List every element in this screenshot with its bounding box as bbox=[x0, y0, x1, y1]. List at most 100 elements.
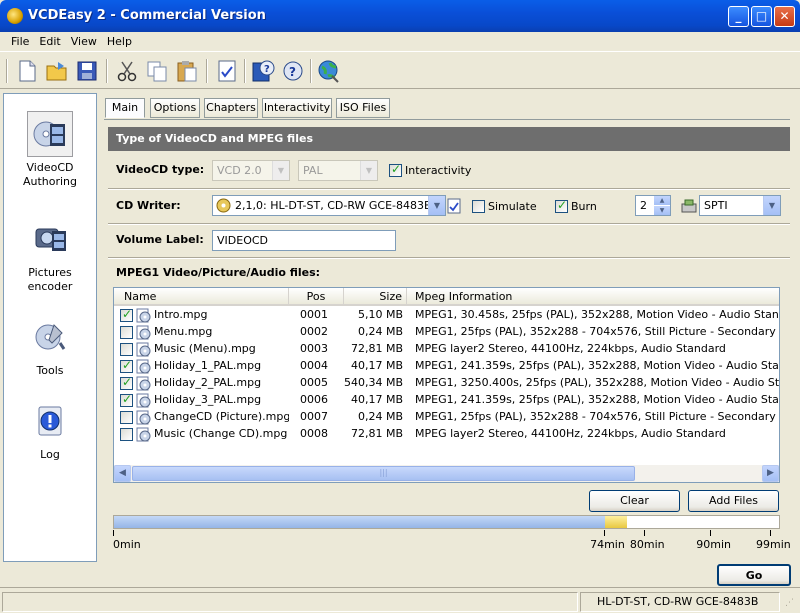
context-help-icon[interactable]: ? bbox=[280, 58, 306, 84]
tab-chapters[interactable]: Chapters bbox=[204, 98, 258, 118]
pictures-encoder-icon bbox=[27, 216, 73, 262]
cd-writer-value: 2,1,0: HL-DT-ST, CD-RW GCE-8483B, B bbox=[235, 199, 446, 212]
sidebar-item-tools[interactable]: Tools bbox=[4, 314, 96, 377]
menu-view[interactable]: View bbox=[66, 32, 102, 51]
file-name: Music (Change CD).mpg bbox=[154, 427, 288, 440]
interactivity-checkbox[interactable] bbox=[389, 162, 402, 177]
file-size: 40,17 MB bbox=[350, 393, 403, 406]
file-name: Holiday_1_PAL.mpg bbox=[154, 359, 262, 372]
cd-drive-icon bbox=[216, 198, 231, 213]
video-format-value: PAL bbox=[303, 164, 323, 177]
file-size: 540,34 MB bbox=[344, 376, 403, 389]
scroll-right-icon[interactable]: ▶ bbox=[762, 465, 779, 482]
mpeg-file-icon bbox=[136, 376, 151, 391]
row-checkbox[interactable] bbox=[120, 326, 133, 339]
column-header-pos[interactable]: Pos bbox=[289, 288, 344, 306]
table-row[interactable]: Menu.mpg 0002 0,24 MB MPEG1, 25fps (PAL), 3… bbox=[114, 324, 779, 341]
app-icon bbox=[7, 8, 23, 24]
sidebar-item-log[interactable]: Log bbox=[4, 398, 96, 461]
spin-up-icon[interactable]: ▲ bbox=[654, 196, 670, 205]
row-checkbox[interactable] bbox=[120, 392, 133, 407]
cd-writer-select[interactable]: 2,1,0: HL-DT-ST, CD-RW GCE-8483B, B ▼ bbox=[212, 195, 446, 216]
close-button[interactable]: ✕ bbox=[774, 6, 795, 27]
column-header-size[interactable]: Size bbox=[344, 288, 407, 306]
maximize-button[interactable]: □ bbox=[751, 6, 772, 27]
column-header-name[interactable]: Name bbox=[114, 288, 289, 306]
scrollbar-thumb[interactable]: ||| bbox=[132, 466, 635, 481]
file-size: 72,81 MB bbox=[350, 342, 403, 355]
videocd-icon bbox=[27, 111, 73, 157]
new-file-icon[interactable] bbox=[14, 58, 40, 84]
table-row[interactable]: Intro.mpg 0001 5,10 MB MPEG1, 30.458s, 25fp… bbox=[114, 307, 779, 324]
menu-help[interactable]: Help bbox=[102, 32, 137, 51]
device-properties-icon[interactable] bbox=[447, 198, 461, 214]
videocd-version-value: VCD 2.0 bbox=[217, 164, 262, 177]
scsi-interface-icon bbox=[681, 199, 697, 213]
capacity-overburn-fill bbox=[605, 516, 627, 528]
file-pos: 0004 bbox=[300, 359, 328, 372]
menu-file[interactable]: File bbox=[6, 32, 34, 51]
tab-iso-files[interactable]: ISO Files bbox=[336, 98, 390, 118]
clear-button[interactable]: Clear bbox=[589, 490, 680, 512]
row-checkbox[interactable] bbox=[120, 411, 133, 424]
copy-icon[interactable] bbox=[144, 58, 170, 84]
file-name: Holiday_2_PAL.mpg bbox=[154, 376, 262, 389]
scale-tick-label: 0min bbox=[113, 538, 141, 551]
log-icon bbox=[27, 398, 73, 444]
sidebar-item-pictures-encoder[interactable]: Pictures encoder bbox=[4, 216, 96, 294]
column-header-mpeg-info[interactable]: Mpeg Information bbox=[407, 288, 779, 306]
go-button[interactable]: Go bbox=[717, 564, 791, 586]
volume-label-caption: Volume Label: bbox=[116, 233, 204, 246]
spin-down-icon[interactable]: ▼ bbox=[654, 206, 670, 215]
table-row[interactable]: Music (Menu).mpg 0003 72,81 MB MPEG layer2 … bbox=[114, 341, 779, 358]
menu-edit[interactable]: Edit bbox=[34, 32, 65, 51]
open-folder-icon[interactable] bbox=[44, 58, 70, 84]
table-row[interactable]: ChangeCD (Picture).mpg 0007 0,24 MB MPEG1, … bbox=[114, 409, 779, 426]
scroll-left-icon[interactable]: ◀ bbox=[114, 465, 131, 482]
chevron-down-icon: ▼ bbox=[428, 196, 445, 215]
tab-interactivity[interactable]: Interactivity bbox=[262, 98, 332, 118]
interface-select[interactable]: SPTI ▼ bbox=[699, 195, 781, 216]
tab-main[interactable]: Main bbox=[105, 98, 145, 118]
web-globe-icon[interactable] bbox=[316, 58, 342, 84]
cut-icon[interactable] bbox=[114, 58, 140, 84]
save-icon[interactable] bbox=[74, 58, 100, 84]
check-document-icon[interactable] bbox=[214, 58, 240, 84]
main-panel: Main Options Chapters Interactivity ISO … bbox=[100, 93, 797, 562]
copies-spinner-buttons[interactable]: ▲ ▼ bbox=[654, 196, 670, 215]
file-mpeg-info: MPEG1, 30.458s, 25fps (PAL), 352x288, Mo… bbox=[415, 308, 779, 321]
resize-grip-icon[interactable]: ⋰ bbox=[785, 598, 797, 610]
add-files-button[interactable]: Add Files bbox=[688, 490, 779, 512]
row-checkbox[interactable] bbox=[120, 358, 133, 373]
row-checkbox[interactable] bbox=[120, 428, 133, 441]
minimize-button[interactable]: _ bbox=[728, 6, 749, 27]
file-list-header: Name Pos Size Mpeg Information bbox=[114, 288, 779, 306]
sidebar-item-label: VideoCD Authoring bbox=[22, 161, 78, 188]
simulate-checkbox[interactable] bbox=[472, 200, 485, 213]
row-checkbox[interactable] bbox=[120, 343, 133, 356]
help-book-icon[interactable]: ? bbox=[250, 58, 276, 84]
table-row[interactable]: Music (Change CD).mpg 0008 72,81 MB MPEG la… bbox=[114, 426, 779, 443]
videocd-version-select[interactable]: VCD 2.0 ▼ bbox=[212, 160, 290, 181]
scale-tick bbox=[770, 530, 771, 536]
paste-icon[interactable] bbox=[174, 58, 200, 84]
capacity-used-fill bbox=[114, 516, 606, 528]
table-row[interactable]: Holiday_3_PAL.mpg 0006 40,17 MB MPEG1, 241.… bbox=[114, 392, 779, 409]
divider bbox=[108, 257, 790, 259]
row-checkbox[interactable] bbox=[120, 375, 133, 390]
volume-label-field[interactable]: VIDEOCD bbox=[212, 230, 396, 251]
sidebar-item-videocd-authoring[interactable]: VideoCD Authoring bbox=[4, 111, 96, 189]
file-pos: 0003 bbox=[300, 342, 328, 355]
row-checkbox[interactable] bbox=[120, 307, 133, 322]
scale-tick-label: 74min bbox=[590, 538, 625, 551]
capacity-bar bbox=[113, 515, 780, 529]
file-mpeg-info: MPEG1, 241.359s, 25fps (PAL), 352x288, M… bbox=[415, 393, 779, 406]
table-row[interactable]: Holiday_1_PAL.mpg 0004 40,17 MB MPEG1, 241.… bbox=[114, 358, 779, 375]
table-row[interactable]: Holiday_2_PAL.mpg 0005 540,34 MB MPEG1, 325… bbox=[114, 375, 779, 392]
video-format-select[interactable]: PAL ▼ bbox=[298, 160, 378, 181]
burn-checkbox[interactable] bbox=[555, 198, 568, 213]
file-mpeg-info: MPEG1, 3250.400s, 25fps (PAL), 352x288, … bbox=[415, 376, 779, 389]
horizontal-scrollbar[interactable]: ◀ ||| ▶ bbox=[114, 465, 779, 482]
file-list[interactable]: Name Pos Size Mpeg Information Intro.mpg… bbox=[113, 287, 780, 483]
tab-options[interactable]: Options bbox=[150, 98, 200, 118]
